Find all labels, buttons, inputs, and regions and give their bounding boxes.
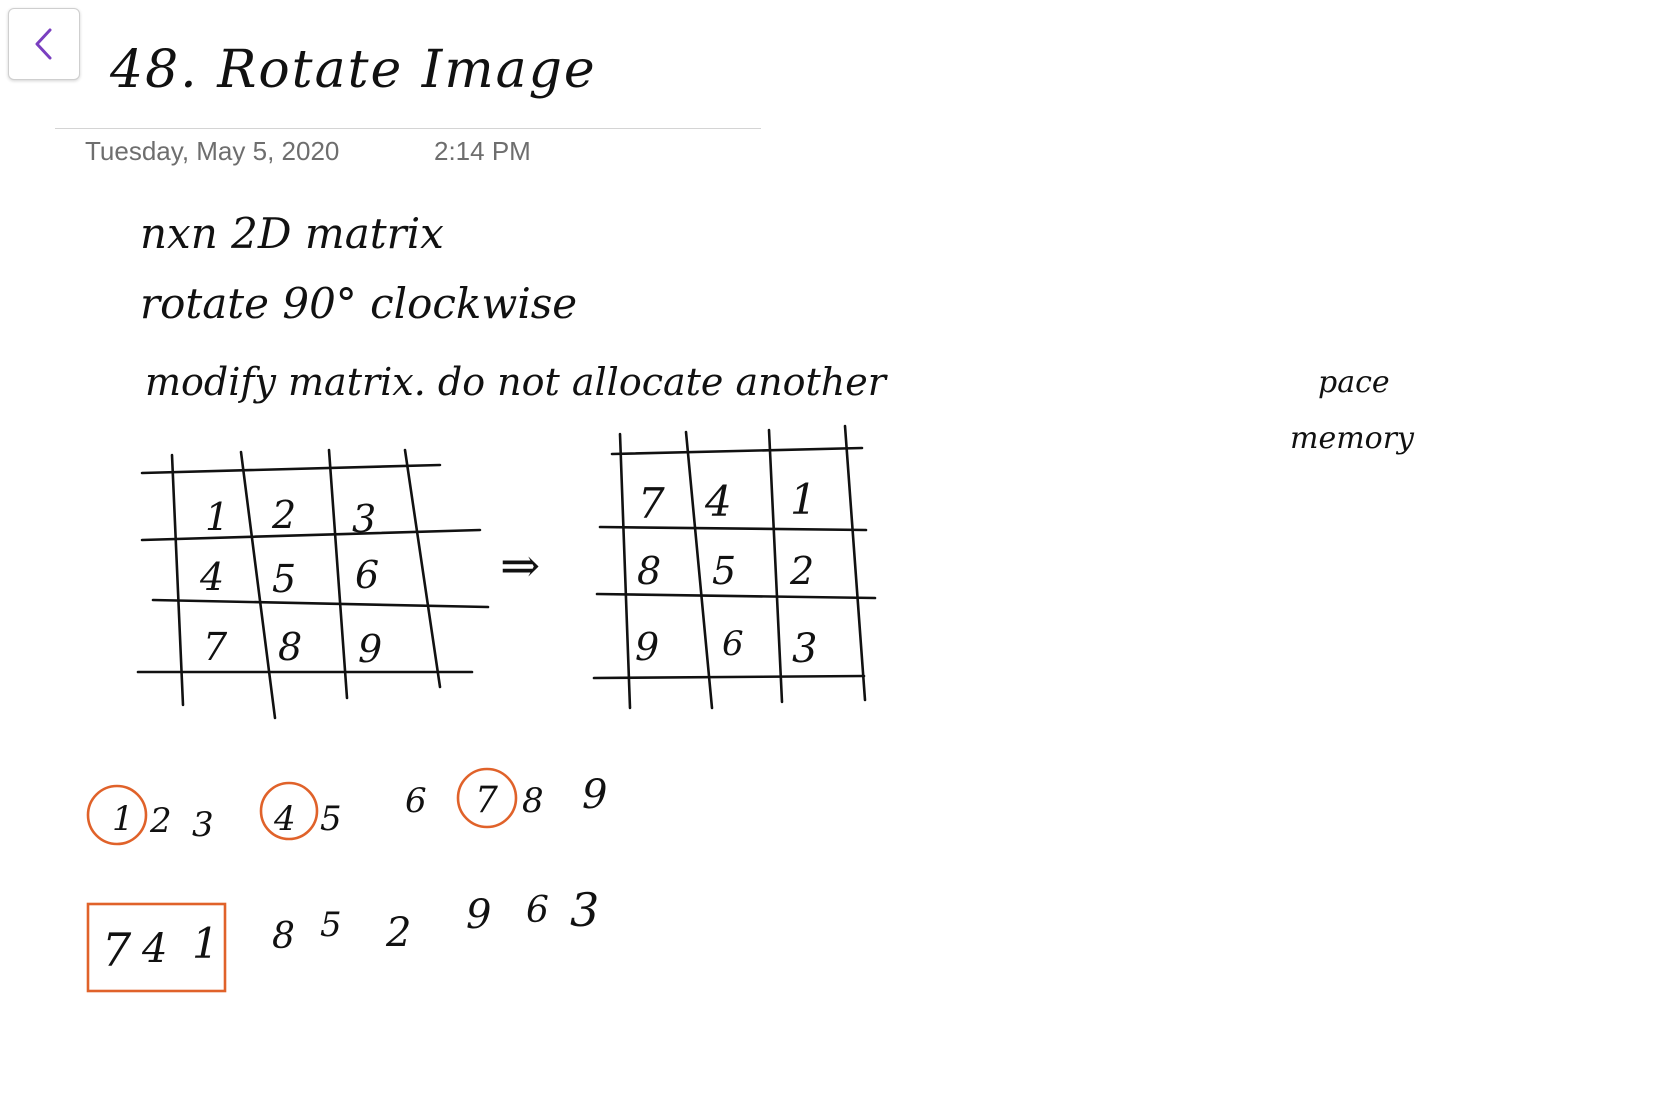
cell-before-4: 4: [199, 555, 224, 599]
ink-canvas[interactable]: nxn 2D matrix rotate 90° clockwise modif…: [0, 0, 1668, 1114]
sequence-original: 1 2 3 4 5 6 7 8 9: [112, 772, 607, 845]
cell-after-5: 5: [712, 549, 736, 593]
note-line-modify: modify matrix. do not allocate another: [145, 360, 889, 404]
seq-orig-4: 4: [273, 799, 296, 839]
cell-before-5: 5: [272, 557, 296, 601]
cell-after-2: 2: [789, 549, 814, 593]
seq-rot-3: 3: [570, 883, 599, 937]
seq-orig-2: 2: [149, 801, 172, 841]
cell-after-4: 4: [704, 477, 732, 526]
note-word-memory: memory: [1290, 421, 1415, 456]
seq-orig-5: 5: [320, 799, 342, 839]
seq-rot-7: 7: [102, 923, 132, 977]
note-line-matrix: nxn 2D matrix: [140, 209, 444, 258]
cell-after-7: 7: [638, 479, 665, 528]
seq-orig-6: 6: [405, 781, 427, 821]
matrix-after-cells: 7 4 1 8 5 2 9 6 3: [635, 475, 817, 672]
cell-after-8: 8: [637, 549, 661, 593]
cell-before-8: 8: [278, 625, 302, 669]
cell-after-1: 1: [790, 475, 817, 524]
seq-rot-8: 8: [272, 916, 295, 957]
seq-rot-5: 5: [320, 905, 342, 945]
seq-orig-1: 1: [112, 799, 134, 839]
cell-before-1: 1: [205, 495, 229, 539]
cell-before-7: 7: [203, 625, 228, 669]
seq-rot-2: 2: [385, 910, 411, 956]
seq-rot-6: 6: [526, 890, 549, 931]
grid-before: [136, 448, 490, 720]
cell-before-6: 6: [355, 553, 379, 597]
seq-rot-1: 1: [192, 919, 219, 968]
matrix-before-cells: 1 2 3 4 5 6 7 8 9: [199, 493, 382, 671]
cell-before-9: 9: [358, 627, 382, 671]
seq-rot-4: 4: [141, 926, 167, 972]
rotation-arrow: ⇒: [500, 538, 540, 594]
cell-after-6: 6: [722, 624, 744, 664]
seq-orig-9: 9: [582, 772, 607, 818]
seq-orig-7: 7: [475, 780, 498, 821]
cell-after-9: 9: [635, 625, 659, 669]
note-word-space: pace: [1318, 365, 1390, 400]
seq-orig-8: 8: [522, 781, 544, 821]
sequence-rotated: 7 4 1 8 5 2 9 6 3: [102, 883, 599, 977]
note-line-rotate: rotate 90° clockwise: [140, 279, 577, 328]
cell-after-3: 3: [792, 626, 817, 672]
seq-rot-9: 9: [466, 892, 491, 938]
cell-before-3: 3: [352, 497, 376, 541]
seq-orig-3: 3: [192, 805, 214, 845]
cell-before-2: 2: [271, 493, 296, 537]
